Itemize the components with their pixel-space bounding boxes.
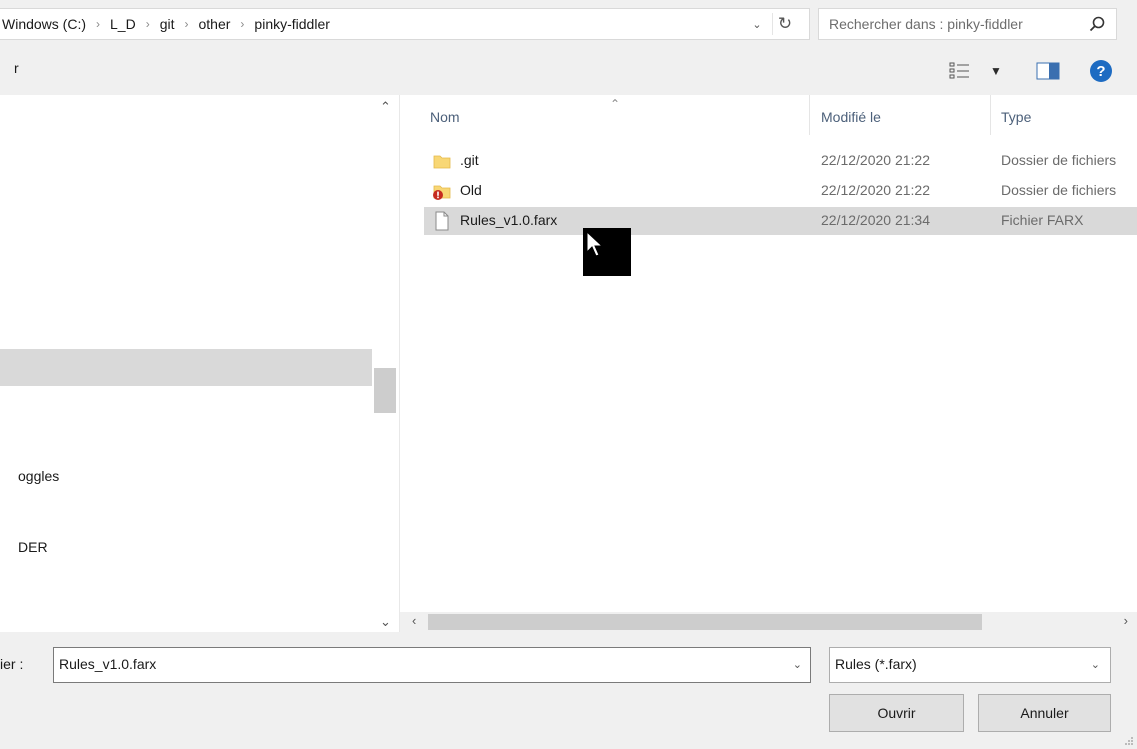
file-name: .git	[460, 152, 479, 168]
cursor-overlay	[583, 228, 631, 276]
file-row-selected[interactable]: Rules_v1.0.farx 22/12/2020 21:34 Fichier…	[424, 207, 1137, 235]
open-button[interactable]: Ouvrir	[829, 694, 964, 732]
chevron-down-icon[interactable]: ⌄	[793, 658, 802, 671]
search-icon[interactable]	[1088, 15, 1106, 33]
search-box[interactable]: Rechercher dans : pinky-fiddler	[818, 8, 1117, 40]
column-divider[interactable]	[990, 95, 991, 135]
nav-item-selected[interactable]	[0, 349, 372, 386]
file-name: Old	[460, 182, 482, 198]
mouse-pointer-icon	[586, 230, 604, 257]
file-icon	[435, 211, 449, 231]
chevron-down-icon[interactable]: ⌄	[1091, 658, 1100, 671]
file-modified: 22/12/2020 21:22	[821, 182, 930, 198]
scroll-down-icon[interactable]: ⌄	[380, 614, 391, 630]
file-list[interactable]: ⌃ Nom Modifié le Type .git 22/12/2020 21…	[399, 95, 1137, 632]
horizontal-scrollbar-thumb[interactable]	[428, 614, 982, 630]
file-type: Dossier de fichiers	[1001, 152, 1117, 168]
toolbar-fragment[interactable]: r	[14, 60, 19, 76]
column-header-name[interactable]: Nom	[430, 95, 460, 135]
nav-item-der[interactable]: DER	[18, 539, 48, 555]
column-header-type[interactable]: Type	[1001, 95, 1031, 135]
column-divider[interactable]	[809, 95, 810, 135]
chevron-right-icon[interactable]: ›	[232, 17, 252, 31]
chevron-down-icon[interactable]: ⌄	[748, 15, 766, 33]
file-row[interactable]: Old 22/12/2020 21:22 Dossier de fichiers	[424, 177, 1137, 205]
sort-ascending-icon: ⌃	[610, 97, 621, 111]
view-options-icon[interactable]	[949, 62, 971, 80]
file-type: Dossier de fichiers	[1001, 182, 1117, 198]
folder-icon	[433, 155, 451, 169]
file-row[interactable]: .git 22/12/2020 21:22 Dossier de fichier…	[424, 147, 1137, 175]
horizontal-scrollbar[interactable]: ‹ ›	[400, 612, 1137, 632]
scroll-left-icon[interactable]: ‹	[412, 613, 416, 628]
file-name: Rules_v1.0.farx	[460, 212, 558, 228]
chevron-right-icon[interactable]: ›	[177, 17, 197, 31]
filename-label: ier :	[0, 656, 24, 672]
breadcrumb-item-current[interactable]: pinky-fiddler	[252, 16, 331, 32]
scroll-right-icon[interactable]: ›	[1124, 613, 1128, 628]
file-modified: 22/12/2020 21:34	[821, 212, 930, 228]
nav-item-oggles[interactable]: oggles	[18, 468, 59, 484]
chevron-right-icon[interactable]: ›	[138, 17, 158, 31]
filter-value[interactable]: Rules (*.farx)	[835, 656, 917, 672]
scroll-up-icon[interactable]: ⌃	[380, 99, 391, 115]
breadcrumb-item-ld[interactable]: L_D	[108, 16, 138, 32]
filename-field[interactable]: Rules_v1.0.farx ⌄	[53, 647, 811, 683]
cancel-button[interactable]: Annuler	[978, 694, 1111, 732]
breadcrumb-item-git[interactable]: git	[158, 16, 177, 32]
file-type: Fichier FARX	[1001, 212, 1084, 228]
column-header-modified[interactable]: Modifié le	[821, 95, 881, 135]
help-icon[interactable]: ?	[1090, 60, 1112, 82]
file-type-filter[interactable]: Rules (*.farx) ⌄	[829, 647, 1111, 683]
chevron-right-icon[interactable]: ›	[88, 17, 108, 31]
address-bar[interactable]: Windows (C:) › L_D › git › other › pinky…	[0, 8, 810, 40]
breadcrumb: Windows (C:) › L_D › git › other › pinky…	[0, 9, 332, 39]
breadcrumb-item-other[interactable]: other	[197, 16, 233, 32]
preview-pane-icon[interactable]	[1036, 62, 1060, 80]
folder-error-icon	[433, 185, 451, 200]
breadcrumb-item-drive[interactable]: Windows (C:)	[0, 16, 88, 32]
resize-grip-icon[interactable]	[1124, 736, 1134, 746]
navigation-pane[interactable]: oggles DER ⌃ ⌄	[0, 95, 399, 632]
refresh-icon[interactable]: ↻	[772, 13, 797, 35]
file-modified: 22/12/2020 21:22	[821, 152, 930, 168]
nav-scrollbar-thumb[interactable]	[374, 368, 396, 413]
filename-value[interactable]: Rules_v1.0.farx	[59, 656, 156, 672]
nav-scrollbar[interactable]: ⌃ ⌄	[372, 95, 399, 632]
caret-down-icon[interactable]: ▼	[990, 64, 1002, 78]
search-input[interactable]: Rechercher dans : pinky-fiddler	[829, 16, 1023, 32]
